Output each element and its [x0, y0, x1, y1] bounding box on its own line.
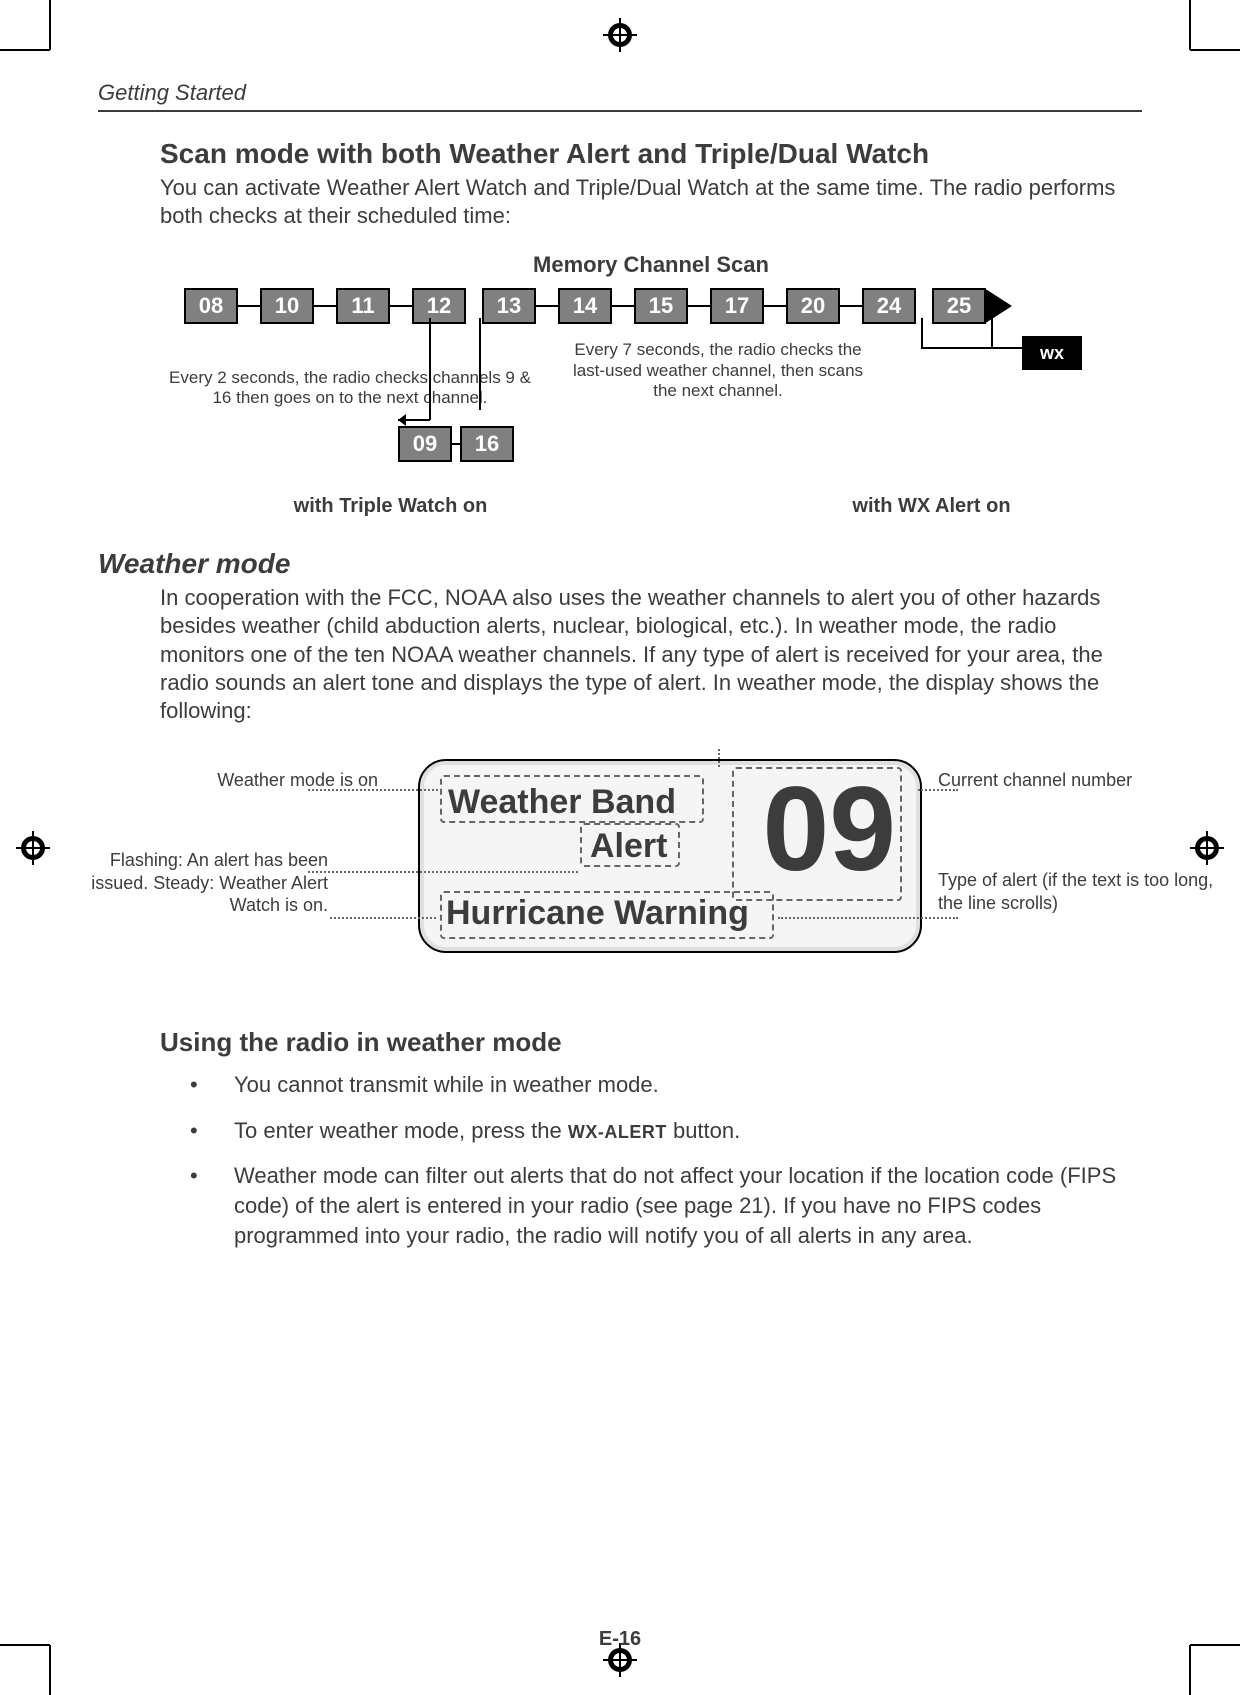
using-heading: Using the radio in weather mode: [160, 1027, 1142, 1058]
channel-box: 15: [634, 288, 688, 324]
callout-right-bottom: Type of alert (if the text is too long, …: [938, 869, 1238, 914]
channel-box: 20: [786, 288, 840, 324]
channel-box: 08: [184, 288, 238, 324]
callout-left-top: Weather mode is on: [98, 769, 378, 792]
connector-lines: [370, 318, 530, 438]
channel-box: 14: [558, 288, 612, 324]
list-item: You cannot transmit while in weather mod…: [190, 1070, 1142, 1100]
leader-line: [778, 917, 958, 919]
right-desc-block: Every 7 seconds, the radio checks the la…: [568, 340, 868, 436]
wx-connector: [892, 318, 1112, 388]
leader-line: [718, 749, 720, 767]
list-item: To enter weather mode, press the WX-ALER…: [190, 1116, 1142, 1146]
list-item: Weather mode can filter out alerts that …: [190, 1161, 1142, 1250]
channel-box: 10: [260, 288, 314, 324]
channel-box: 17: [710, 288, 764, 324]
button-label-smallcaps: WX-ALERT: [568, 1122, 667, 1142]
leader-line: [330, 917, 436, 919]
dash-alert: [580, 823, 680, 867]
weather-mode-body: In cooperation with the FCC, NOAA also u…: [160, 584, 1142, 725]
lcd-display: Weather Band Alert 09 Hurricane Warning: [418, 759, 922, 953]
right-desc: Every 7 seconds, the radio checks the la…: [573, 340, 863, 400]
scan-diagram: Memory Channel Scan 08 10 11 12 13 14 15…: [160, 252, 1142, 512]
section-body: You can activate Weather Alert Watch and…: [160, 174, 1142, 230]
dash-line2: [440, 891, 774, 939]
lcd-figure: Weather Band Alert 09 Hurricane Warning …: [98, 749, 1142, 1009]
caption-row: with Triple Watch on with WX Alert on: [180, 485, 1142, 518]
weather-mode-heading: Weather mode: [98, 548, 1142, 580]
callout-left-bottom: Flashing: An alert has been issued. Stea…: [48, 849, 328, 917]
running-head: Getting Started: [98, 80, 1142, 112]
leader-line: [308, 871, 578, 873]
caption-left: with Triple Watch on: [180, 495, 601, 518]
dash-band: [440, 775, 704, 823]
diagram-title: Memory Channel Scan: [160, 252, 1142, 278]
callout-right-top: Current channel number: [938, 769, 1238, 792]
page-number: E-16: [0, 1628, 1240, 1651]
dash-channel: [732, 767, 902, 901]
caption-right: with WX Alert on: [721, 495, 1142, 518]
section-title: Scan mode with both Weather Alert and Tr…: [160, 138, 1142, 170]
using-list: You cannot transmit while in weather mod…: [190, 1070, 1142, 1250]
